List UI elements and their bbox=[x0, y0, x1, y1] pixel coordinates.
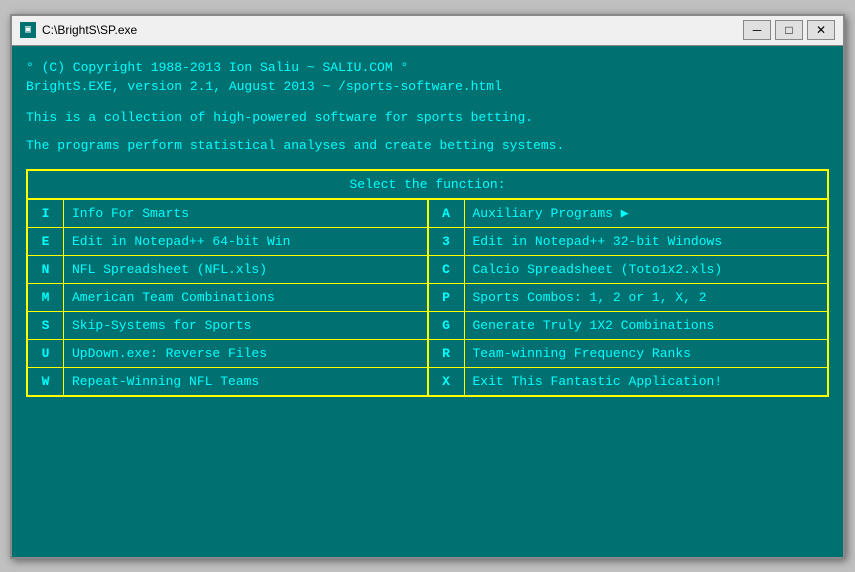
menu-row[interactable]: N NFL Spreadsheet (NFL.xls) C Calcio Spr… bbox=[28, 256, 827, 284]
menu-key-right-5[interactable]: R bbox=[429, 340, 465, 367]
menu-key-left-5[interactable]: U bbox=[28, 340, 64, 367]
menu-label-left-2[interactable]: NFL Spreadsheet (NFL.xls) bbox=[64, 256, 427, 283]
menu-label-right-2[interactable]: Calcio Spreadsheet (Toto1x2.xls) bbox=[465, 256, 828, 283]
app-icon: ▣ bbox=[20, 22, 36, 38]
menu-key-left-0[interactable]: I bbox=[28, 200, 64, 227]
header-block: ° (C) Copyright 1988-2013 Ion Saliu ~ SA… bbox=[26, 58, 829, 97]
menu-header: Select the function: bbox=[28, 171, 827, 200]
menu-key-right-6[interactable]: X bbox=[429, 368, 465, 395]
window-controls: ─ □ ✕ bbox=[743, 20, 835, 40]
menu-label-right-6[interactable]: Exit This Fantastic Application! bbox=[465, 368, 828, 395]
menu-row[interactable]: I Info For Smarts A Auxiliary Programs ▶ bbox=[28, 200, 827, 228]
menu-label-left-6[interactable]: Repeat-Winning NFL Teams bbox=[64, 368, 427, 395]
body-line2: The programs perform statistical analyse… bbox=[26, 135, 829, 157]
menu-row[interactable]: E Edit in Notepad++ 64-bit Win 3 Edit in… bbox=[28, 228, 827, 256]
menu-key-left-1[interactable]: E bbox=[28, 228, 64, 255]
title-bar: ▣ C:\BrightS\SP.exe ─ □ ✕ bbox=[12, 16, 843, 46]
menu-label-right-3[interactable]: Sports Combos: 1, 2 or 1, X, 2 bbox=[465, 284, 828, 311]
header-line1: ° (C) Copyright 1988-2013 Ion Saliu ~ SA… bbox=[26, 58, 829, 78]
menu-key-left-6[interactable]: W bbox=[28, 368, 64, 395]
menu-box: Select the function: I Info For Smarts A… bbox=[26, 169, 829, 397]
header-line2: BrightS.EXE, version 2.1, August 2013 ~ … bbox=[26, 77, 829, 97]
menu-label-right-0[interactable]: Auxiliary Programs ▶ bbox=[465, 200, 828, 227]
menu-row[interactable]: U UpDown.exe: Reverse Files R Team-winni… bbox=[28, 340, 827, 368]
main-window: ▣ C:\BrightS\SP.exe ─ □ ✕ ° (C) Copyrigh… bbox=[10, 14, 845, 559]
menu-label-right-1[interactable]: Edit in Notepad++ 32-bit Windows bbox=[465, 228, 828, 255]
menu-label-left-4[interactable]: Skip-Systems for Sports bbox=[64, 312, 427, 339]
window-title: C:\BrightS\SP.exe bbox=[42, 23, 137, 37]
menu-label-left-3[interactable]: American Team Combinations bbox=[64, 284, 427, 311]
body-line1: This is a collection of high-powered sof… bbox=[26, 107, 829, 129]
maximize-button[interactable]: □ bbox=[775, 20, 803, 40]
menu-key-left-3[interactable]: M bbox=[28, 284, 64, 311]
close-button[interactable]: ✕ bbox=[807, 20, 835, 40]
menu-key-right-3[interactable]: P bbox=[429, 284, 465, 311]
minimize-button[interactable]: ─ bbox=[743, 20, 771, 40]
menu-key-right-2[interactable]: C bbox=[429, 256, 465, 283]
menu-key-left-4[interactable]: S bbox=[28, 312, 64, 339]
menu-label-left-1[interactable]: Edit in Notepad++ 64-bit Win bbox=[64, 228, 427, 255]
menu-label-left-5[interactable]: UpDown.exe: Reverse Files bbox=[64, 340, 427, 367]
menu-key-right-0[interactable]: A bbox=[429, 200, 465, 227]
title-bar-left: ▣ C:\BrightS\SP.exe bbox=[20, 22, 137, 38]
menu-row[interactable]: W Repeat-Winning NFL Teams X Exit This F… bbox=[28, 368, 827, 395]
menu-label-left-0[interactable]: Info For Smarts bbox=[64, 200, 427, 227]
menu-key-right-4[interactable]: G bbox=[429, 312, 465, 339]
menu-key-left-2[interactable]: N bbox=[28, 256, 64, 283]
menu-row[interactable]: M American Team Combinations P Sports Co… bbox=[28, 284, 827, 312]
menu-key-right-1[interactable]: 3 bbox=[429, 228, 465, 255]
menu-label-right-4[interactable]: Generate Truly 1X2 Combinations bbox=[465, 312, 828, 339]
menu-row[interactable]: S Skip-Systems for Sports G Generate Tru… bbox=[28, 312, 827, 340]
content-area: ° (C) Copyright 1988-2013 Ion Saliu ~ SA… bbox=[12, 46, 843, 557]
menu-label-right-5[interactable]: Team-winning Frequency Ranks bbox=[465, 340, 828, 367]
